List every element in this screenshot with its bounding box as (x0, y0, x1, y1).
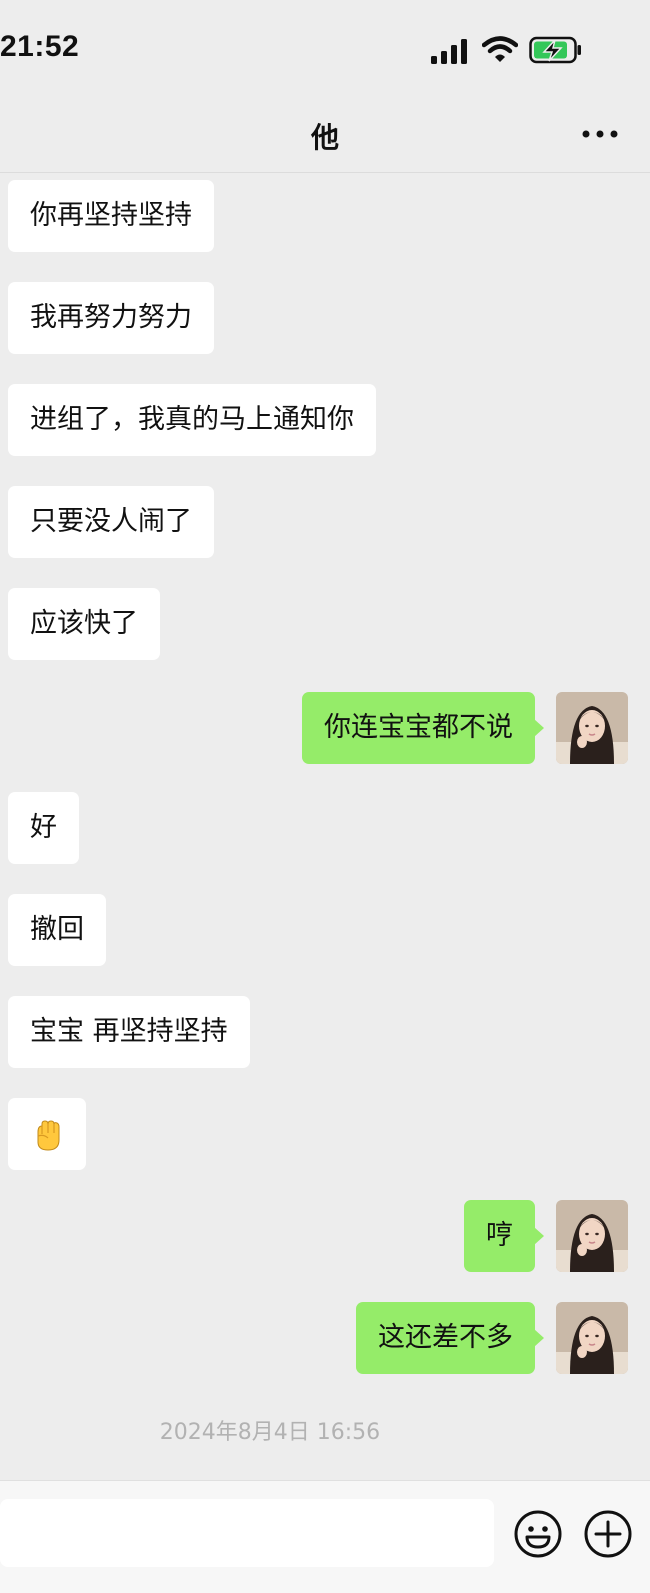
message-text: 我再努力努力 (30, 302, 192, 333)
avatar-photo-icon (556, 1200, 628, 1272)
message-bubble-received[interactable]: 只要没人闹了 (8, 486, 214, 558)
message-bubble-received[interactable]: 好 (8, 792, 79, 864)
chat-title: 他 (310, 121, 339, 154)
message-text: 好 (30, 812, 57, 843)
message-bubble-received[interactable]: 宝宝 再坚持坚持 (8, 996, 250, 1068)
message-text: 你连宝宝都不说 (324, 712, 513, 743)
avatar[interactable] (556, 1302, 628, 1374)
message-bubble-received[interactable]: 进组了，我真的马上通知你 (8, 384, 376, 456)
message-timestamp: 2024年8月4日 16:56 (159, 1420, 381, 1445)
avatar[interactable] (556, 692, 628, 764)
signal-strength-icon (431, 39, 467, 64)
avatar[interactable] (556, 1200, 628, 1272)
message-text: 撤回 (30, 914, 84, 945)
message-text: 你再坚持坚持 (30, 200, 192, 231)
message-bubble-received[interactable]: 撤回 (8, 894, 106, 966)
raised-fist-emoji-icon (37, 1119, 60, 1151)
wifi-icon (482, 36, 518, 62)
input-bar (0, 1480, 650, 1593)
message-text: 哼 (486, 1220, 513, 1251)
plus-circle-icon[interactable] (583, 1509, 633, 1559)
message-text: 进组了，我真的马上通知你 (30, 404, 354, 435)
message-bubble-received[interactable] (8, 1098, 86, 1170)
message-bubble-received[interactable]: 应该快了 (8, 588, 160, 660)
avatar-photo-icon (556, 692, 628, 764)
message-text: 只要没人闹了 (30, 506, 192, 537)
message-input[interactable] (0, 1499, 494, 1567)
status-bar: 21:52 (0, 0, 650, 100)
message-bubble-received[interactable]: 你再坚持坚持 (8, 180, 214, 252)
message-bubble-sent[interactable]: 哼 (464, 1200, 544, 1272)
chat-header: 他 (0, 100, 650, 173)
message-text: 应该快了 (30, 608, 138, 639)
message-text: 宝宝 再坚持坚持 (30, 1016, 228, 1047)
message-bubble-sent[interactable]: 你连宝宝都不说 (302, 692, 544, 764)
avatar-photo-icon (556, 1302, 628, 1374)
battery-charging-icon (529, 36, 581, 64)
message-bubble-received[interactable]: 我再努力努力 (8, 282, 214, 354)
message-bubble-sent[interactable]: 这还差不多 (356, 1302, 544, 1374)
more-options-icon[interactable] (575, 116, 625, 152)
status-time: 21:52 (0, 30, 80, 63)
smiley-face-icon[interactable] (513, 1509, 563, 1559)
message-list[interactable]: 你再坚持坚持 我再努力努力 进组了，我真的马上通知你 只要没人闹了 应该快了 你… (0, 174, 650, 1480)
message-text: 这还差不多 (378, 1322, 513, 1353)
